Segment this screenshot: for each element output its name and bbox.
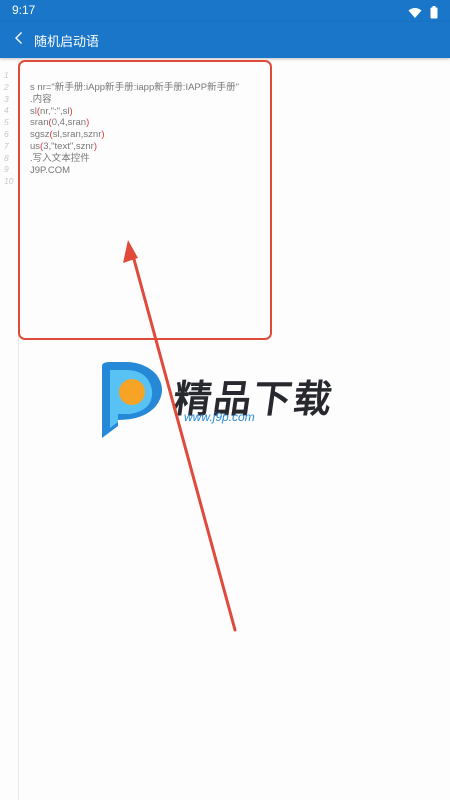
status-bar: 9:17 <box>0 0 450 22</box>
status-time: 9:17 <box>12 3 36 17</box>
page-title: 随机启动语 <box>34 34 100 49</box>
watermark-url: www.j9p.com <box>184 410 255 424</box>
watermark-logo: 精品下载 www.j9p.com <box>96 360 356 440</box>
j9p-logo-icon <box>102 362 162 438</box>
line-number-gutter: 1 2 3 4 5 6 7 8 9 10 <box>0 60 19 800</box>
chevron-left-icon <box>14 30 24 49</box>
app-bar: 随机启动语 <box>0 22 450 58</box>
line-number: 7 <box>4 140 9 151</box>
back-button[interactable] <box>8 28 30 50</box>
battery-icon <box>430 4 438 23</box>
line-number: 8 <box>4 152 9 163</box>
line-number: 2 <box>4 81 9 92</box>
annotation-highlight-box <box>18 60 272 340</box>
line-number: 6 <box>4 128 9 139</box>
line-numbers: 1 2 3 4 5 6 7 8 9 10 <box>4 70 13 188</box>
wifi-icon <box>408 4 422 23</box>
line-number: 10 <box>4 176 14 187</box>
line-number: 9 <box>4 164 9 175</box>
status-icons <box>408 4 438 23</box>
line-number: 3 <box>4 93 9 104</box>
line-number: 5 <box>4 117 9 128</box>
line-number: 4 <box>4 105 9 116</box>
line-number: 1 <box>4 70 9 80</box>
